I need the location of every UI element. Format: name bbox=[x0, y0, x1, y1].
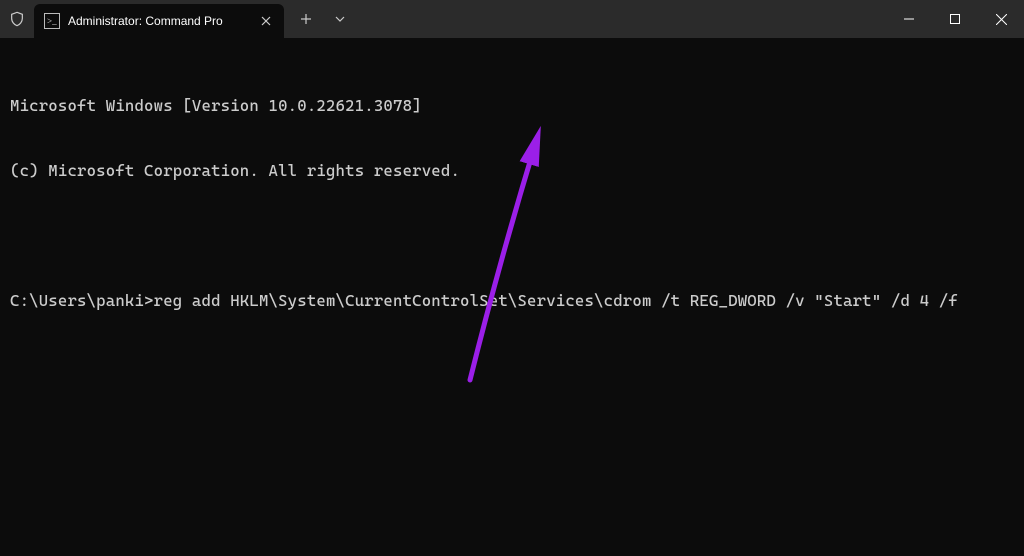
titlebar-left: >_ Administrator: Command Pro bbox=[0, 0, 356, 38]
command-line: C:\Users\panki>reg add HKLM\System\Curre… bbox=[10, 290, 1014, 312]
active-tab[interactable]: >_ Administrator: Command Pro bbox=[34, 4, 284, 38]
tab-close-button[interactable] bbox=[258, 13, 274, 29]
new-tab-button[interactable] bbox=[290, 3, 322, 35]
prompt: C:\Users\panki> bbox=[10, 291, 154, 310]
close-button[interactable] bbox=[978, 0, 1024, 38]
window-controls bbox=[886, 0, 1024, 38]
copyright-line: (c) Microsoft Corporation. All rights re… bbox=[10, 160, 1014, 182]
svg-text:>_: >_ bbox=[47, 16, 57, 26]
terminal-output[interactable]: Microsoft Windows [Version 10.0.22621.30… bbox=[0, 38, 1024, 347]
tab-title: Administrator: Command Pro bbox=[68, 14, 250, 28]
os-version-line: Microsoft Windows [Version 10.0.22621.30… bbox=[10, 95, 1014, 117]
maximize-button[interactable] bbox=[932, 0, 978, 38]
shield-icon bbox=[0, 0, 34, 38]
blank-line bbox=[10, 225, 1014, 247]
tab-dropdown-button[interactable] bbox=[324, 3, 356, 35]
command-text: reg add HKLM\System\CurrentControlSet\Se… bbox=[154, 291, 958, 310]
tabbar-actions bbox=[290, 0, 356, 38]
window-titlebar: >_ Administrator: Command Pro bbox=[0, 0, 1024, 38]
terminal-icon: >_ bbox=[44, 13, 60, 29]
minimize-button[interactable] bbox=[886, 0, 932, 38]
